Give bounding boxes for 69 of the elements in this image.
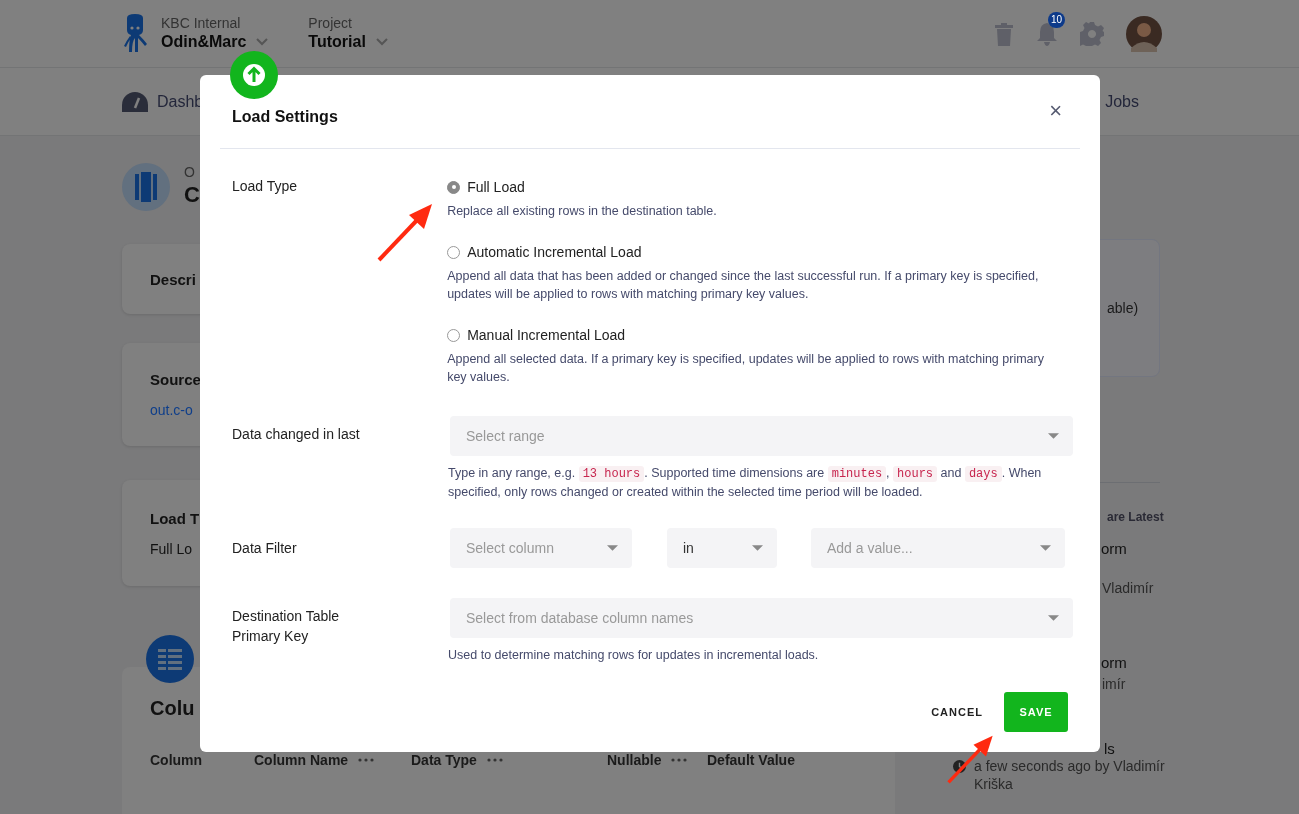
chevron-down-icon[interactable] <box>375 37 388 46</box>
event-title: ls <box>1104 740 1115 757</box>
section-heading: are Latest <box>1106 510 1164 524</box>
option-description: Append all data that has been added or changed since the last successful run. If a primary key is specified, updates will be applied to rows with matching primary key values. <box>447 268 1040 303</box>
field-label: Load Type <box>232 177 298 196</box>
card-title: Descri <box>150 270 196 288</box>
help-text: Used to determine matching rows for updates in incremental loads. <box>448 647 820 664</box>
cancel-button[interactable]: CANCEL <box>931 698 983 726</box>
project-switcher[interactable]: Tutorial <box>308 32 366 52</box>
avatar[interactable] <box>1126 15 1162 52</box>
radio-label[interactable]: Full Load <box>467 179 525 195</box>
bell-icon[interactable] <box>1036 21 1058 46</box>
list-icon <box>146 635 194 683</box>
dropdown-field[interactable]: Select column <box>450 528 632 568</box>
dropdown-field[interactable]: Select from database column names <box>450 598 1073 638</box>
event-title: orm <box>1101 654 1127 671</box>
dropdown-field[interactable]: Select range <box>450 416 1073 456</box>
column-header: Nullable <box>607 752 662 768</box>
notification-badge: 10 <box>1048 11 1066 28</box>
event-detail: imír <box>1102 675 1126 693</box>
event-detail: Vladimír <box>1102 579 1154 597</box>
radio-label[interactable]: Automatic Incremental Load <box>467 244 642 260</box>
organization-caption: KBC Internal <box>161 15 242 32</box>
section-title: Colu <box>150 697 195 720</box>
page-title: C <box>184 181 200 209</box>
dropdown-field[interactable]: Add a value... <box>811 528 1065 568</box>
organization-switcher[interactable]: Odin&Marc <box>161 32 247 52</box>
column-header: Column <box>150 752 203 768</box>
detail-text: able) <box>1107 300 1139 316</box>
field-label: Data changed in last <box>232 425 361 444</box>
radio-button[interactable] <box>447 180 461 194</box>
project-caption: Project <box>308 15 353 32</box>
field-label: Destination Table Primary Key <box>232 607 341 646</box>
chevron-down-icon[interactable] <box>256 37 269 46</box>
column-header: Data Type <box>411 752 477 768</box>
close-button[interactable]: × <box>1043 97 1068 124</box>
caret-down-icon[interactable] <box>752 545 763 551</box>
caret-down-icon[interactable] <box>607 545 618 551</box>
help-text: Type in any range, e.g. 13 hours . Supported time dimensions are minutes , hours and days . When specified, only rows changed or created within the selected time period will be loaded. <box>448 465 1043 501</box>
card-title: Load T <box>150 509 200 527</box>
caret-down-icon[interactable] <box>1040 545 1051 551</box>
nav-tab[interactable]: Jobs <box>1105 92 1139 111</box>
save-button[interactable]: SAVE <box>1004 692 1068 732</box>
option-description: Replace all existing rows in the destination table. <box>447 203 717 220</box>
more-icon[interactable] <box>671 758 688 762</box>
dropdown-field[interactable]: in <box>667 528 777 568</box>
radio-button[interactable] <box>447 245 461 259</box>
radio-button[interactable] <box>447 328 461 342</box>
card-value: Full Lo <box>150 540 193 557</box>
octopus-logo-icon <box>122 13 148 54</box>
event-title: orm <box>1101 540 1127 557</box>
event-detail: a few seconds ago by Vladimír <box>974 757 1165 775</box>
dialog-title: Load Settings <box>232 107 338 126</box>
settings-icon[interactable] <box>1080 21 1104 46</box>
event-detail: Kriška <box>974 775 1014 793</box>
column-header: Default Value <box>707 752 795 768</box>
field-label: Data Filter <box>232 539 298 558</box>
radio-label[interactable]: Manual Incremental Load <box>467 327 626 343</box>
option-description: Append all selected data. If a primary key is specified, updates will be applied to rows with matching primary key values. <box>447 351 1045 386</box>
caret-down-icon[interactable] <box>1048 433 1059 439</box>
trash-icon[interactable] <box>994 21 1014 46</box>
table-link[interactable]: out.c-o <box>150 402 193 418</box>
more-icon[interactable] <box>358 758 375 762</box>
caret-down-icon[interactable] <box>1048 615 1059 621</box>
database-icon <box>122 163 170 211</box>
more-icon[interactable] <box>486 758 503 762</box>
breadcrumb-caption: O <box>184 163 196 181</box>
column-header: Column Name <box>254 752 349 768</box>
card-title: Source <box>150 371 201 388</box>
